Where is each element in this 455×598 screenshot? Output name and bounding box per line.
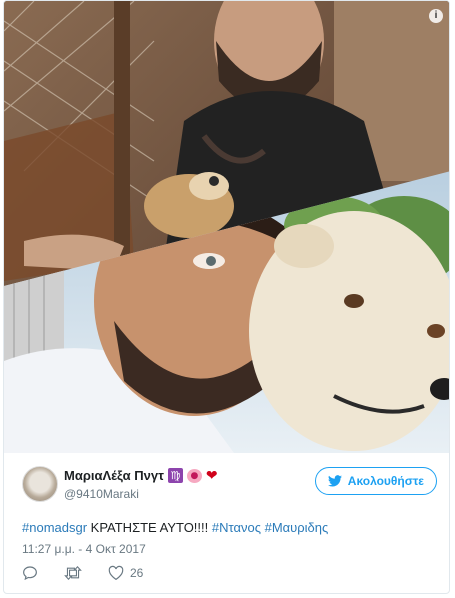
tweet-actions: 26 (22, 565, 143, 581)
tweet-text-plain: ΚΡΑΤΗΣΤΕ ΑΥΤΟ!!!! (87, 520, 212, 535)
follow-button[interactable]: Ακολουθήστε (314, 467, 437, 495)
author-display-name[interactable]: ΜαριαΛέξα Πνγτ (64, 468, 164, 483)
pig-emoji-icon: ● (186, 468, 202, 483)
like-count: 26 (130, 566, 144, 580)
photo-collage (4, 1, 449, 453)
like-button[interactable]: 26 (108, 565, 143, 581)
reply-icon (23, 566, 37, 581)
info-icon[interactable]: i (429, 9, 443, 23)
hashtag-link[interactable]: #Μαυριδης (265, 520, 329, 535)
author-name-row[interactable]: ΜαριαΛέξα Πνγτ ♍ ● ❤ (64, 468, 218, 483)
avatar[interactable] (22, 466, 58, 502)
reply-button[interactable] (22, 565, 38, 581)
hashtag-link[interactable]: #Ντανος (212, 520, 261, 535)
author-handle[interactable]: @9410Maraki (64, 487, 139, 501)
retweet-icon (64, 565, 82, 581)
virgo-emoji-icon: ♍ (167, 468, 183, 483)
tweet-card: i ΜαριαΛέξα Πνγτ ♍ ● ❤ @9410Maraki Ακολο… (3, 0, 450, 594)
tweet-photo[interactable]: i (4, 1, 449, 453)
retweet-button[interactable] (64, 565, 82, 581)
follow-button-label: Ακολουθήστε (347, 474, 424, 488)
heart-emoji-icon: ❤ (205, 467, 218, 484)
heart-icon (108, 565, 124, 581)
tweet-timestamp[interactable]: 11:27 μ.μ. - 4 Οκτ 2017 (22, 542, 146, 556)
tweet-text: #nomadsgr ΚΡΑΤΗΣΤΕ ΑΥΤΟ!!!! #Ντανος #Μαυ… (22, 520, 328, 535)
hashtag-link[interactable]: #nomadsgr (22, 520, 87, 535)
tweet-header: ΜαριαΛέξα Πνγτ ♍ ● ❤ @9410Maraki Ακολουθ… (4, 453, 449, 513)
twitter-bird-icon (327, 475, 342, 487)
